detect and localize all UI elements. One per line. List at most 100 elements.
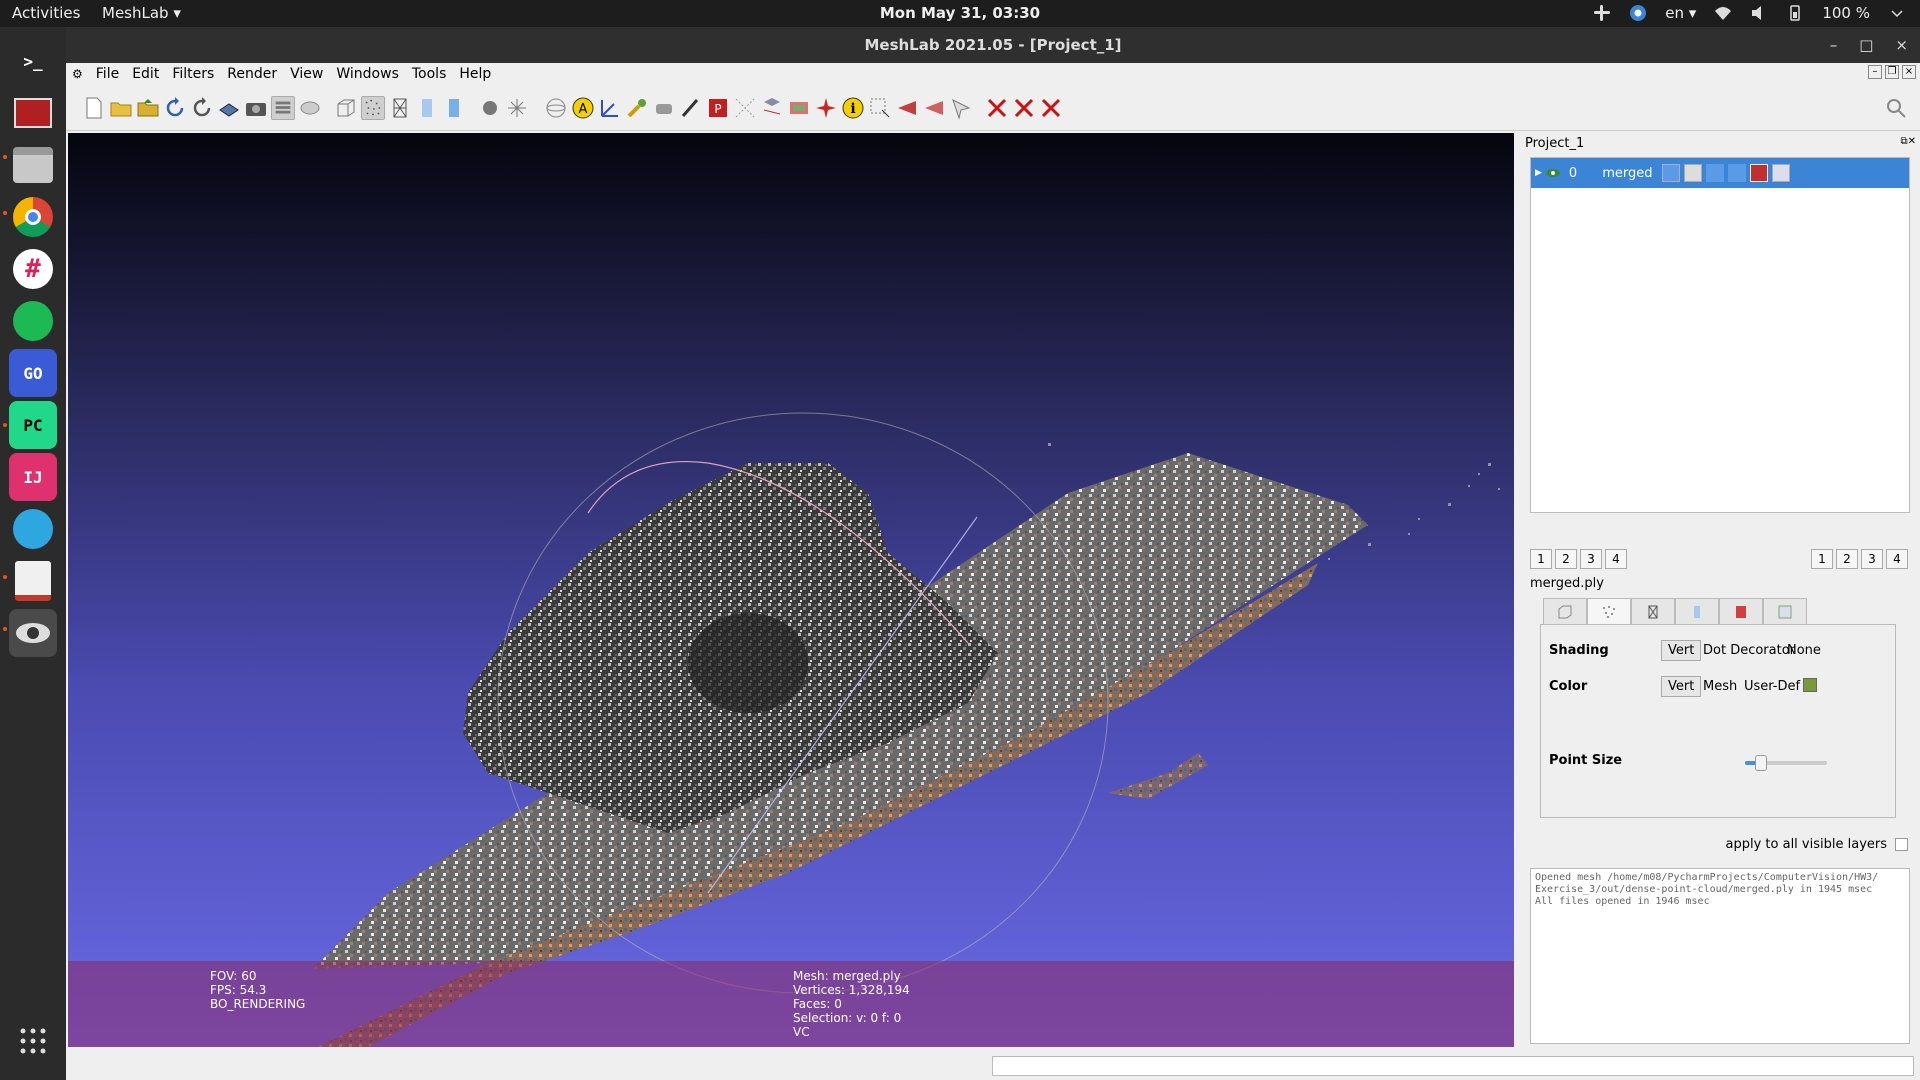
pdf-viewer-icon[interactable] [9, 557, 57, 605]
tab-points-icon[interactable] [1587, 598, 1631, 624]
spotify-icon[interactable] [9, 297, 57, 345]
window-titlebar[interactable]: MeshLab 2021.05 - [Project_1] – □ × [66, 27, 1920, 63]
delete-faces-icon[interactable] [1012, 96, 1036, 120]
expand-arrow-icon[interactable]: ▶ [1535, 168, 1542, 178]
tab-solid-icon[interactable] [1675, 598, 1719, 624]
mdi-restore-icon[interactable]: ❐ [1885, 65, 1899, 79]
select-connected-icon[interactable] [787, 96, 811, 120]
smooth-shading-icon[interactable] [442, 96, 466, 120]
paint-icon[interactable] [625, 96, 649, 120]
annotation-icon[interactable]: A [571, 96, 595, 120]
activities-button[interactable]: Activities [12, 4, 80, 22]
close-icon[interactable]: × [1895, 27, 1908, 63]
color-user-def-option[interactable]: User-Def [1744, 679, 1800, 694]
lighting-icon[interactable] [478, 96, 502, 120]
trackball-icon[interactable] [544, 96, 568, 120]
mdi-minimize-icon[interactable]: – [1868, 65, 1882, 79]
color-mesh-option[interactable]: Mesh [1703, 679, 1737, 694]
layer-row[interactable]: ▶ 0 merged [1531, 158, 1909, 188]
tab-decorators-icon[interactable] [1763, 598, 1807, 624]
goland-icon[interactable]: GO [9, 349, 57, 397]
point-size-slider[interactable] [1745, 755, 1827, 771]
layer-dialog-icon[interactable] [271, 96, 295, 120]
view-slot-right-4[interactable]: 4 [1886, 549, 1908, 569]
status-field[interactable] [992, 1056, 1914, 1076]
menu-file[interactable]: File [96, 66, 119, 82]
language-indicator[interactable]: en ▾ [1665, 4, 1696, 22]
light-direction-icon[interactable] [505, 96, 529, 120]
power-menu-icon[interactable] [1888, 4, 1906, 22]
select-rect-icon[interactable] [868, 96, 892, 120]
pycharm-icon[interactable]: PC [9, 401, 57, 449]
raster-layer-icon[interactable] [298, 96, 322, 120]
bbox-icon[interactable] [334, 96, 358, 120]
open-project-icon[interactable] [109, 96, 133, 120]
clock[interactable]: Mon May 31, 03:30 [880, 4, 1040, 22]
view-slot-left-2[interactable]: 2 [1555, 549, 1577, 569]
view-slot-left-4[interactable]: 4 [1605, 549, 1627, 569]
layer-name[interactable]: merged [1602, 166, 1652, 181]
app-menu[interactable]: MeshLab ▾ [102, 4, 181, 22]
menu-view[interactable]: View [290, 66, 323, 82]
info-icon[interactable]: i [841, 96, 865, 120]
brush-icon[interactable] [679, 96, 703, 120]
view-slot-left-3[interactable]: 3 [1580, 549, 1602, 569]
slider-handle[interactable] [1755, 755, 1767, 771]
color-vert-option[interactable]: Vert [1661, 676, 1702, 697]
new-project-icon[interactable] [82, 96, 106, 120]
layer-wire-icon[interactable] [1706, 164, 1725, 182]
meshlab-active-icon[interactable] [9, 609, 57, 657]
volume-icon[interactable] [1750, 4, 1768, 22]
layer-bbox-icon[interactable] [1662, 164, 1681, 182]
view-slot-right-2[interactable]: 2 [1836, 549, 1858, 569]
mdi-system-icon[interactable]: ⚙ [72, 67, 83, 81]
reload-all-icon[interactable] [190, 96, 214, 120]
mdi-close-icon[interactable]: × [1902, 65, 1916, 79]
telegram-icon[interactable] [9, 505, 57, 553]
points-icon[interactable] [361, 96, 385, 120]
tab-bbox-icon[interactable] [1543, 598, 1587, 624]
tab-wireframe-icon[interactable] [1631, 598, 1675, 624]
export-mesh-icon[interactable] [217, 96, 241, 120]
show-applications-icon[interactable] [9, 1017, 57, 1065]
snapshot-icon[interactable] [244, 96, 268, 120]
shading-none-option[interactable]: None [1787, 643, 1821, 658]
minimize-icon[interactable]: – [1830, 27, 1838, 63]
panel-float-close-icon[interactable]: ⧉✕ [1900, 136, 1916, 147]
visibility-eye-icon[interactable] [1545, 166, 1561, 180]
meshlab-dock-icon[interactable] [9, 89, 57, 137]
terminal-icon[interactable]: >_ [9, 37, 57, 85]
menu-tools[interactable]: Tools [412, 66, 447, 82]
user-def-color-swatch[interactable] [1803, 678, 1817, 692]
view-slot-right-3[interactable]: 3 [1861, 549, 1883, 569]
select-point-icon[interactable] [949, 96, 973, 120]
menu-windows[interactable]: Windows [336, 66, 399, 82]
select-face-rect-icon[interactable] [922, 96, 946, 120]
layer-decorator-icon[interactable] [1772, 164, 1791, 182]
pick-icon[interactable]: P [706, 96, 730, 120]
reload-icon[interactable] [163, 96, 187, 120]
shading-dot-decorator-option[interactable]: Dot Decorator [1703, 643, 1795, 658]
menu-help[interactable]: Help [459, 66, 491, 82]
apply-all-checkbox[interactable] [1895, 838, 1908, 851]
slack-tray-icon[interactable] [1593, 4, 1611, 22]
select-vertex-rect-icon[interactable] [895, 96, 919, 120]
layer-texture-icon[interactable] [1750, 164, 1769, 182]
intellij-icon[interactable]: IJ [9, 453, 57, 501]
layer-flat-icon[interactable] [1728, 164, 1747, 182]
shading-vert-option[interactable]: Vert [1661, 640, 1702, 661]
georef-icon[interactable] [814, 96, 838, 120]
wireframe-icon[interactable] [388, 96, 412, 120]
delete-faces-vertices-icon[interactable] [1039, 96, 1063, 120]
menu-filters[interactable]: Filters [172, 66, 214, 82]
search-icon[interactable] [1884, 96, 1908, 120]
measure-icon[interactable] [652, 96, 676, 120]
import-mesh-icon[interactable] [136, 96, 160, 120]
layer-points-icon[interactable] [1684, 164, 1703, 182]
menu-render[interactable]: Render [227, 66, 277, 82]
wifi-icon[interactable] [1714, 4, 1732, 22]
axes-icon[interactable] [598, 96, 622, 120]
menu-edit[interactable]: Edit [132, 66, 159, 82]
select-faces-icon[interactable] [760, 96, 784, 120]
view-slot-left-1[interactable]: 1 [1530, 549, 1552, 569]
